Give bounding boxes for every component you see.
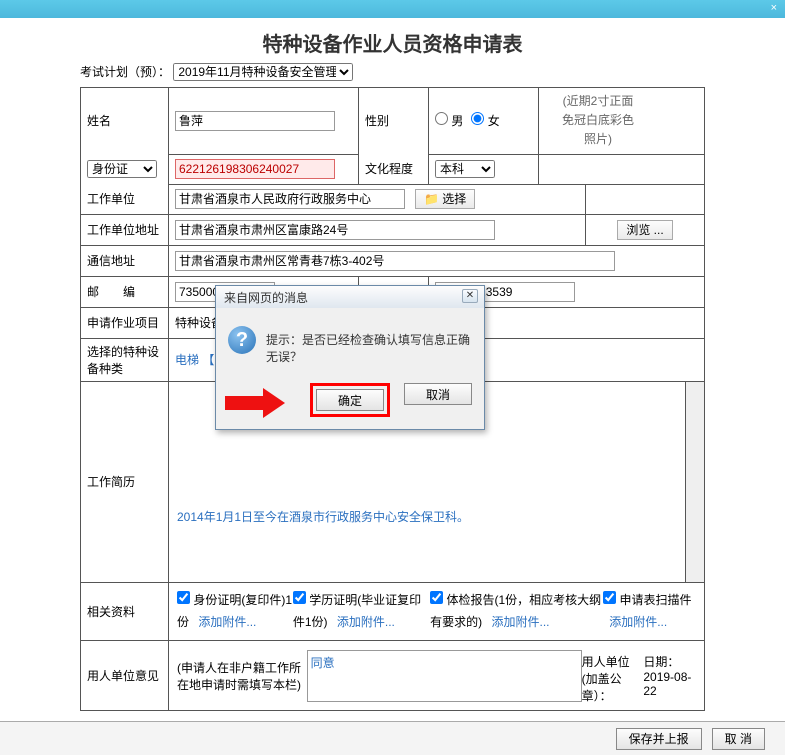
photo-placeholder: (近期2寸正面免冠白底彩色照片): [539, 88, 657, 154]
cancel-button[interactable]: 取 消: [712, 728, 765, 750]
material-check[interactable]: [177, 591, 190, 604]
id-number-input[interactable]: [175, 159, 335, 179]
workunit-input[interactable]: [175, 189, 405, 209]
label-idtype: 身份证: [81, 154, 169, 184]
date-value: 2019-08-22: [643, 670, 691, 698]
label-contactaddr: 通信地址: [81, 246, 169, 276]
select-unit-button[interactable]: 📁 选择: [415, 189, 475, 209]
employer-sign-label: 用人单位(加盖公章）：: [582, 653, 644, 704]
label-name: 姓名: [81, 88, 169, 154]
material-check[interactable]: [603, 591, 616, 604]
material-item: 体检报告(1份，相应考核大纲有要求的) 添加附件...: [430, 589, 603, 635]
dialog-text: 提示：是否已经检查确认填写信息正确无误？: [266, 326, 472, 365]
exam-plan-select[interactable]: 2019年11月特种设备安全管理1: [173, 63, 353, 81]
materials-list: 身份证明(复印件)1份 添加附件... 学历证明(毕业证复印件1份) 添加附件.…: [169, 583, 704, 641]
label-employer: 用人单位意见: [81, 641, 169, 710]
dialog-ok-button[interactable]: 确定: [316, 389, 384, 411]
name-input[interactable]: [175, 111, 335, 131]
date-label: 日期：: [643, 655, 679, 669]
dialog-cancel-button[interactable]: 取消: [404, 383, 472, 405]
gender-female[interactable]: 女: [471, 112, 499, 129]
dialog-close-icon[interactable]: ✕: [462, 289, 478, 303]
add-attachment-link[interactable]: 添加附件...: [609, 615, 667, 629]
edu-select[interactable]: 本科: [435, 160, 495, 178]
material-item: 申请表扫描件 添加附件...: [603, 589, 696, 635]
employer-textarea[interactable]: 同意: [307, 650, 582, 702]
label-gender: 性别: [359, 88, 429, 154]
resume-scrollbar[interactable]: [686, 382, 704, 582]
employer-area: (申请人在非户籍工作所在地申请时需填写本栏) 同意 用人单位(加盖公章）： 日期…: [169, 641, 704, 710]
employer-hint: (申请人在非户籍工作所在地申请时需填写本栏): [177, 659, 307, 693]
footer-bar: 保存并上报 取 消: [0, 721, 785, 755]
ok-highlight-box: 确定: [310, 383, 390, 417]
browse-button[interactable]: 浏览 ...: [617, 220, 672, 240]
label-postcode: 邮 编: [81, 277, 169, 307]
plan-label: 考试计划（预）：: [80, 65, 170, 79]
label-applyitem: 申请作业项目: [81, 308, 169, 338]
add-attachment-link[interactable]: 添加附件...: [337, 615, 395, 629]
label-materials: 相关资料: [81, 583, 169, 641]
arrow-annotation: [225, 388, 285, 418]
contactaddr-input[interactable]: [175, 251, 615, 271]
exam-plan-row: 考试计划（预）： 2019年11月特种设备安全管理1: [0, 63, 785, 87]
material-item: 身份证明(复印件)1份 添加附件...: [177, 589, 293, 635]
question-icon: ?: [228, 326, 256, 354]
label-workaddr: 工作单位地址: [81, 215, 169, 245]
dialog-title: 来自网页的消息 ✕: [216, 286, 484, 308]
material-check[interactable]: [430, 591, 443, 604]
add-attachment-link[interactable]: 添加附件...: [198, 615, 256, 629]
resume-text: 2014年1月1日至今在酒泉市行政服务中心安全保卫科。: [177, 508, 469, 525]
material-check[interactable]: [293, 591, 306, 604]
label-workunit: 工作单位: [81, 184, 169, 214]
gender-male[interactable]: 男: [435, 112, 463, 129]
save-submit-button[interactable]: 保存并上报: [616, 728, 702, 750]
add-attachment-link[interactable]: 添加附件...: [491, 615, 549, 629]
idtype-select[interactable]: 身份证: [87, 160, 157, 178]
close-icon[interactable]: ×: [771, 2, 777, 14]
titlebar: ×: [0, 0, 785, 18]
label-edu: 文化程度: [359, 154, 429, 184]
material-item: 学历证明(毕业证复印件1份) 添加附件...: [293, 589, 430, 635]
label-devicetype: 选择的特种设备种类: [81, 339, 169, 381]
page-title: 特种设备作业人员资格申请表: [0, 18, 785, 63]
folder-icon: 📁: [424, 192, 439, 206]
label-resume: 工作简历: [81, 382, 169, 582]
workaddr-input[interactable]: [175, 220, 495, 240]
